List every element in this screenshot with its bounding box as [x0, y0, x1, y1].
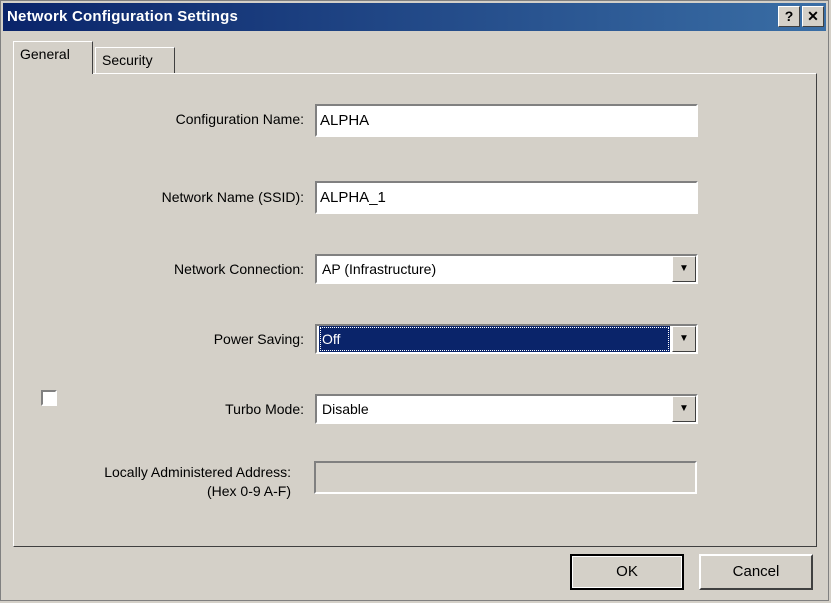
power-saving-label: Power Saving:	[213, 331, 304, 347]
laa-label: Locally Administered Address:	[104, 464, 291, 480]
turbo-mode-select[interactable]: Disable ▼	[315, 394, 698, 424]
dropdown-arrow-icon[interactable]: ▼	[672, 396, 696, 422]
tab-security[interactable]: Security	[95, 47, 175, 73]
config-name-label: Configuration Name:	[175, 111, 304, 127]
cancel-button[interactable]: Cancel	[699, 554, 813, 590]
ok-button[interactable]: OK	[570, 554, 684, 590]
ssid-input[interactable]: ALPHA_1	[315, 181, 698, 214]
ssid-label: Network Name (SSID):	[161, 189, 304, 205]
network-connection-label: Network Connection:	[174, 261, 304, 277]
network-connection-select[interactable]: AP (Infrastructure) ▼	[315, 254, 698, 284]
power-saving-select[interactable]: Off ▼	[315, 324, 698, 354]
tab-general[interactable]: General	[13, 41, 93, 74]
dialog-window: Network Configuration Settings ? ✕ Gener…	[0, 0, 829, 601]
laa-checkbox[interactable]	[41, 390, 57, 406]
help-button[interactable]: ?	[778, 6, 800, 27]
turbo-mode-label: Turbo Mode:	[225, 401, 304, 417]
turbo-mode-value: Disable	[322, 401, 369, 417]
title-bar[interactable]: Network Configuration Settings ? ✕	[3, 3, 826, 31]
config-name-input[interactable]: ALPHA	[315, 104, 698, 137]
dropdown-arrow-icon[interactable]: ▼	[672, 326, 696, 352]
laa-hint: (Hex 0-9 A-F)	[206, 483, 291, 499]
power-saving-value: Off	[319, 326, 670, 352]
laa-input[interactable]	[314, 461, 697, 494]
close-button[interactable]: ✕	[802, 6, 824, 27]
window-title: Network Configuration Settings	[7, 8, 238, 25]
network-connection-value: AP (Infrastructure)	[322, 261, 437, 277]
dropdown-arrow-icon[interactable]: ▼	[672, 256, 696, 282]
